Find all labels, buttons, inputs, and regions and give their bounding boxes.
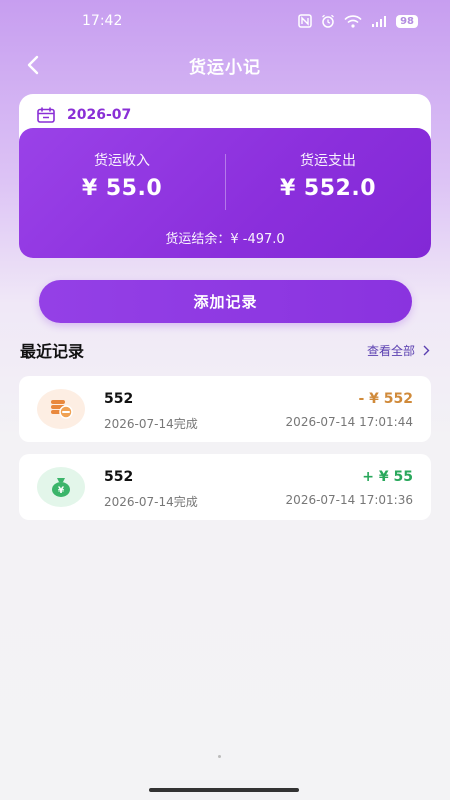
section-title: 最近记录 bbox=[20, 342, 85, 361]
status-time: 17:42 bbox=[82, 13, 123, 29]
alarm-icon bbox=[321, 14, 335, 28]
list-item[interactable]: 552 2026-07-14完成 - ¥ 552 2026-07-14 17:0… bbox=[19, 376, 431, 442]
chevron-right-icon bbox=[423, 345, 430, 355]
coins-icon bbox=[37, 389, 85, 429]
income-value: ¥ 55.0 bbox=[81, 176, 163, 201]
income-column: 货运收入 ¥ 55.0 bbox=[19, 150, 225, 201]
record-subtitle: 2026-07-14完成 bbox=[104, 417, 198, 431]
signal-icon bbox=[371, 15, 387, 28]
svg-text:¥: ¥ bbox=[58, 486, 65, 496]
record-time: 2026-07-14 17:01:44 bbox=[285, 415, 413, 429]
record-subtitle: 2026-07-14完成 bbox=[104, 495, 198, 509]
expense-label: 货运支出 bbox=[300, 153, 356, 169]
month-label: 2026-07 bbox=[67, 107, 132, 123]
income-label: 货运收入 bbox=[94, 153, 150, 169]
record-amount: - ¥ 552 bbox=[358, 391, 413, 407]
nfc-icon bbox=[298, 14, 312, 28]
money-bag-icon: ¥ bbox=[37, 467, 85, 507]
page-title: 货运小记 bbox=[189, 57, 261, 78]
header: 货运小记 bbox=[0, 46, 450, 84]
record-amount: + ¥ 55 bbox=[362, 469, 413, 485]
recent-section-header: 最近记录 查看全部 bbox=[20, 338, 430, 362]
balance-text: 货运结余：¥ -497.0 bbox=[165, 232, 285, 247]
wifi-icon bbox=[344, 14, 362, 28]
battery-indicator: 98 bbox=[396, 14, 418, 28]
home-indicator[interactable] bbox=[149, 788, 299, 792]
calendar-icon bbox=[37, 107, 55, 123]
record-title: 552 bbox=[104, 469, 134, 485]
totals-panel: 货运收入 ¥ 55.0 货运支出 ¥ 552.0 货运结余：¥ -497.0 bbox=[19, 128, 431, 258]
list-item[interactable]: ¥ 552 2026-07-14完成 + ¥ 55 2026-07-14 17:… bbox=[19, 454, 431, 520]
status-bar: 17:42 98 bbox=[0, 0, 450, 42]
view-all-link[interactable]: 查看全部 bbox=[367, 342, 430, 359]
status-icons: 98 bbox=[298, 14, 418, 28]
expense-value: ¥ 552.0 bbox=[279, 176, 377, 201]
record-title: 552 bbox=[104, 391, 134, 407]
add-record-button[interactable]: 添加记录 bbox=[39, 280, 412, 323]
expense-column: 货运支出 ¥ 552.0 bbox=[225, 150, 431, 201]
page-indicator-dot bbox=[218, 755, 221, 758]
record-time: 2026-07-14 17:01:36 bbox=[285, 493, 413, 507]
chevron-left-icon bbox=[27, 55, 39, 75]
back-button[interactable] bbox=[18, 50, 48, 80]
view-all-label: 查看全部 bbox=[366, 343, 415, 358]
month-selector[interactable]: 2026-07 bbox=[37, 104, 131, 126]
